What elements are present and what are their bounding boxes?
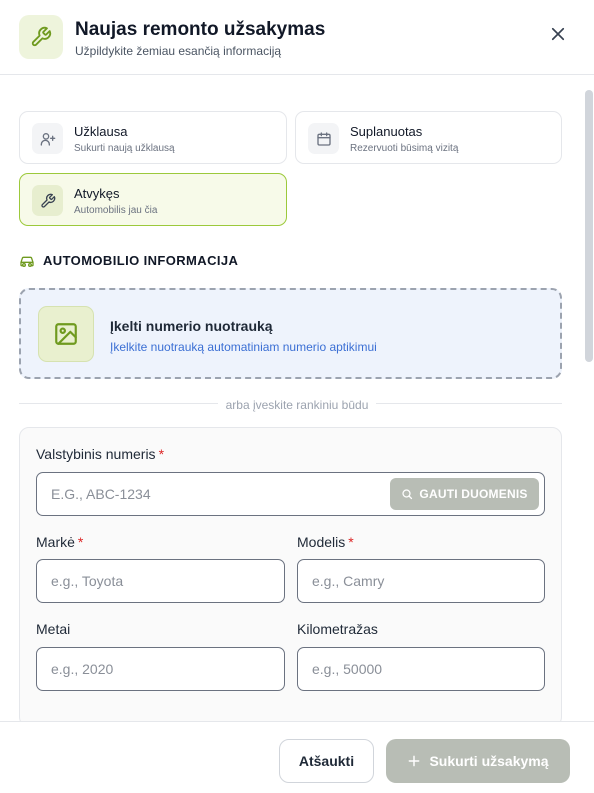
close-icon: [551, 27, 565, 41]
wrench-icon: [32, 185, 63, 216]
make-input[interactable]: [36, 559, 285, 603]
create-order-label: Sukurti užsakymą: [429, 753, 549, 769]
status-option-title: Suplanuotas: [350, 124, 423, 139]
vehicle-section-heading: AUTOMOBILIO INFORMACIJA: [19, 253, 238, 268]
plate-label: Valstybinis numeris *: [36, 446, 164, 462]
required-mark: *: [77, 534, 84, 550]
divider-text: arba įveskite rankiniu būdu: [217, 398, 377, 412]
required-mark: *: [158, 446, 165, 462]
dialog-header: Naujas remonto užsakymas Užpildykite žem…: [0, 0, 594, 75]
close-button[interactable]: [546, 22, 570, 46]
year-label: Metai: [36, 621, 70, 637]
plate-photo-upload[interactable]: Įkelti numerio nuotrauką Įkelkite nuotra…: [19, 288, 562, 379]
make-label-text: Markė: [36, 534, 75, 550]
fetch-data-button[interactable]: GAUTI DUOMENIS: [390, 478, 539, 510]
dialog-footer: Atšaukti Sukurti užsakymą: [0, 721, 594, 793]
year-input[interactable]: [36, 647, 285, 691]
status-option-description: Rezervuoti būsimą vizitą: [350, 143, 459, 154]
mileage-label-text: Kilometražas: [297, 621, 378, 637]
upload-description: Įkelkite nuotrauką automatiniam numerio …: [110, 340, 377, 354]
create-order-button[interactable]: Sukurti užsakymą: [386, 739, 570, 783]
required-mark: *: [348, 534, 354, 550]
status-option-description: Automobilis jau čia: [74, 205, 158, 216]
user-plus-icon: [32, 123, 63, 154]
image-icon: [38, 306, 94, 362]
status-option-uzklausa[interactable]: Užklausa Sukurti naują užklausą: [19, 111, 287, 164]
status-option-atvykes[interactable]: Atvykęs Automobilis jau čia: [19, 173, 287, 226]
status-option-title: Užklausa: [74, 124, 128, 139]
mileage-input[interactable]: [297, 647, 545, 691]
model-label-text: Modelis: [297, 534, 346, 550]
plus-icon: [409, 755, 420, 767]
model-label: Modelis *: [297, 534, 354, 550]
calendar-icon: [308, 123, 339, 154]
section-heading-text: AUTOMOBILIO INFORMACIJA: [43, 253, 239, 268]
scrollbar-thumb[interactable]: [585, 90, 593, 362]
year-label-text: Metai: [36, 621, 71, 637]
plate-label-text: Valstybinis numeris: [36, 446, 156, 462]
search-icon: [402, 489, 413, 500]
mileage-label: Kilometražas: [297, 621, 378, 637]
status-option-title: Atvykęs: [74, 186, 120, 201]
fetch-data-label: GAUTI DUOMENIS: [419, 487, 528, 501]
status-option-suplanuotas[interactable]: Suplanuotas Rezervuoti būsimą vizitą: [295, 111, 562, 164]
model-input[interactable]: [297, 559, 545, 603]
divider: arba įveskite rankiniu būdu: [0, 396, 594, 414]
dialog-title: Naujas remonto užsakymas: [75, 19, 326, 40]
wrench-icon: [19, 15, 63, 59]
car-icon: [20, 256, 34, 267]
dialog-subtitle: Užpildykite žemiau esančią informaciją: [75, 44, 282, 58]
make-label: Markė *: [36, 534, 83, 550]
upload-title: Įkelti numerio nuotrauką: [110, 318, 273, 334]
status-option-description: Sukurti naują užklausą: [74, 143, 175, 154]
cancel-button[interactable]: Atšaukti: [279, 739, 374, 783]
